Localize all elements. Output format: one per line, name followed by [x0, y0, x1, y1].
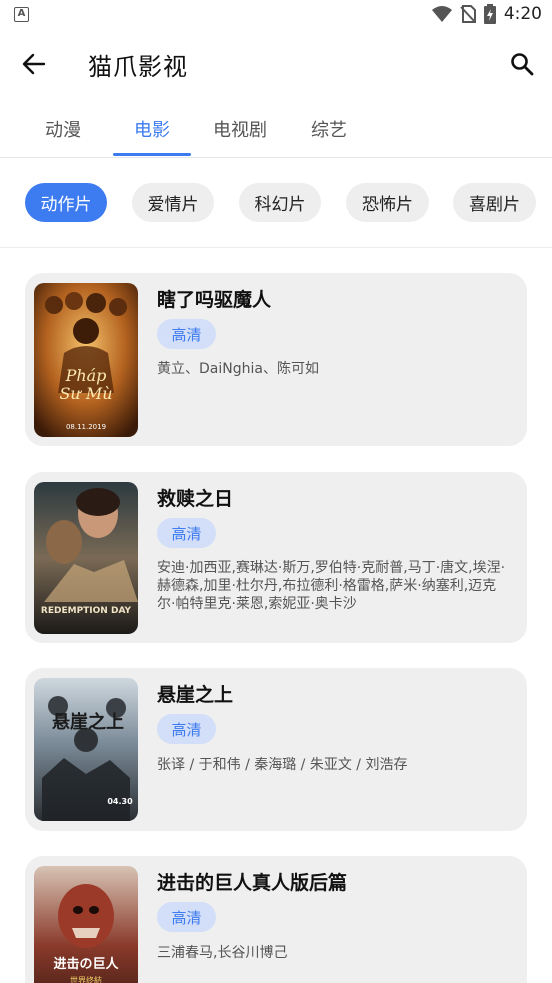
chip-romance[interactable]: 爱情片 [132, 183, 214, 222]
poster-title-line2: Sư Mù [59, 384, 112, 403]
search-button[interactable] [502, 46, 542, 82]
notification-icon: A [14, 7, 29, 22]
movie-cast: 张译 / 于和伟 / 秦海璐 / 朱亚文 / 刘浩存 [157, 757, 408, 773]
poster-title: 进击の巨人 [53, 956, 119, 972]
wifi-icon [431, 6, 452, 22]
movie-cast: 三浦春马,长谷川博己 [157, 945, 288, 961]
tab-tv-series[interactable]: 电视剧 [205, 116, 275, 142]
poster-date: 08.11.2019 [66, 423, 106, 431]
back-button[interactable] [14, 46, 54, 82]
movie-card[interactable]: 悬崖之上 04.30 悬崖之上 高清 张译 / 于和伟 / 秦海璐 / 朱亚文 … [25, 668, 527, 831]
poster-date: 04.30 [107, 797, 133, 806]
battery-charging-icon [483, 4, 496, 24]
movie-card[interactable]: 进击の巨人 世界终結 进击的巨人真人版后篇 高清 三浦春马,长谷川博己 [25, 856, 527, 983]
poster-subtitle: 世界终結 [70, 975, 102, 983]
movie-title: 瞎了吗驱魔人 [157, 289, 272, 311]
poster-title-line1: Pháp [65, 366, 107, 385]
tab-movie[interactable]: 电影 [113, 116, 191, 142]
quality-badge: 高清 [157, 518, 216, 548]
poster-title: 悬崖之上 [51, 711, 124, 733]
poster-title: REDEMPTION DAY [41, 606, 132, 616]
tab-anime[interactable]: 动漫 [28, 116, 98, 142]
movie-title: 进击的巨人真人版后篇 [157, 872, 348, 894]
chip-action[interactable]: 动作片 [25, 183, 107, 222]
page-title: 猫爪影视 [88, 53, 188, 81]
status-icons: 4:20 [431, 4, 542, 24]
movie-title: 悬崖之上 [157, 684, 234, 706]
category-tabs: 动漫 电影 电视剧 综艺 [0, 100, 552, 158]
no-sim-icon [460, 5, 476, 23]
movie-poster: Pháp Sư Mù 08.11.2019 [34, 283, 138, 437]
status-time: 4:20 [503, 4, 542, 24]
movie-poster: 悬崖之上 04.30 [34, 678, 138, 821]
arrow-left-icon [22, 53, 46, 75]
movie-cast: 黄立、DaiNghia、陈可如 [157, 361, 319, 377]
poster-image: 进击の巨人 世界终結 [34, 866, 138, 983]
app-bar: 猫爪影视 [0, 32, 552, 96]
quality-badge: 高清 [157, 902, 216, 932]
quality-badge: 高清 [157, 319, 216, 349]
movie-poster: 进击の巨人 世界终結 [34, 866, 138, 983]
movie-card[interactable]: REDEMPTION DAY 救赎之日 高清 安迪·加西亚,赛琳达·斯万,罗伯特… [25, 472, 527, 643]
search-icon [511, 53, 534, 76]
movie-title: 救赎之日 [157, 488, 234, 510]
poster-image: Pháp Sư Mù 08.11.2019 [34, 283, 138, 437]
chip-scifi[interactable]: 科幻片 [239, 183, 321, 222]
movie-card[interactable]: Pháp Sư Mù 08.11.2019 瞎了吗驱魔人 高清 黄立、DaiNg… [25, 273, 527, 446]
tab-variety[interactable]: 综艺 [294, 116, 364, 142]
poster-image: REDEMPTION DAY [34, 482, 138, 634]
status-bar: A 4:20 [0, 0, 552, 32]
quality-badge: 高清 [157, 714, 216, 744]
movie-poster: REDEMPTION DAY [34, 482, 138, 634]
movie-cast: 安迪·加西亚,赛琳达·斯万,罗伯特·克耐普,马丁·唐文,埃涅·赫德森,加里·杜尔… [157, 560, 506, 612]
chip-horror[interactable]: 恐怖片 [346, 183, 429, 222]
chip-comedy[interactable]: 喜剧片 [453, 183, 536, 222]
tab-indicator [113, 153, 191, 156]
poster-image: 悬崖之上 04.30 [34, 678, 138, 821]
genre-filter: 动作片 爱情片 科幻片 恐怖片 喜剧片 [0, 158, 552, 248]
